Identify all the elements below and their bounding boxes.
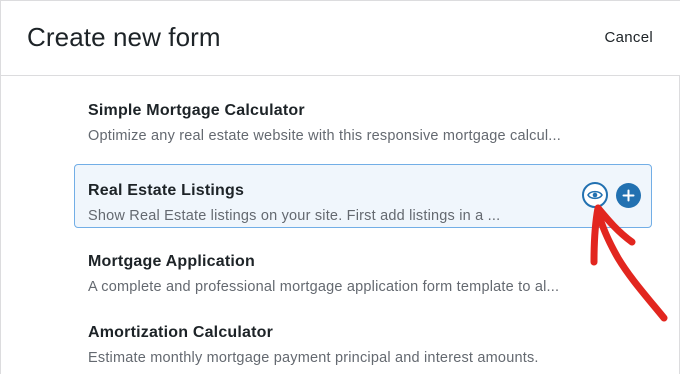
template-title: Simple Mortgage Calculator [88, 102, 305, 119]
template-description: Show Real Estate listings on your site. … [88, 208, 501, 224]
template-item-real-estate-listings[interactable]: Real Estate Listings Show Real Estate li… [74, 164, 652, 228]
plus-icon [622, 189, 635, 202]
preview-button[interactable] [582, 182, 608, 208]
dialog-header: Create new form Cancel [1, 1, 680, 76]
template-title: Amortization Calculator [88, 324, 274, 341]
eye-icon [587, 190, 603, 200]
template-description: A complete and professional mortgage app… [88, 279, 560, 295]
template-title: Real Estate Listings [88, 182, 245, 199]
template-item-simple-mortgage-calculator[interactable]: Simple Mortgage Calculator Optimize any … [74, 84, 652, 148]
template-title: Mortgage Application [88, 253, 255, 270]
add-template-button[interactable] [616, 183, 641, 208]
template-item-mortgage-application[interactable]: Mortgage Application A complete and prof… [74, 235, 652, 299]
dialog-title: Create new form [27, 22, 221, 52]
template-description: Estimate monthly mortgage payment princi… [88, 350, 539, 366]
template-description: Optimize any real estate website with th… [88, 128, 561, 144]
cancel-button[interactable]: Cancel [605, 29, 654, 46]
template-item-amortization-calculator[interactable]: Amortization Calculator Estimate monthly… [74, 306, 652, 370]
create-form-dialog: Create new form Cancel Simple Mortgage C… [0, 0, 680, 374]
